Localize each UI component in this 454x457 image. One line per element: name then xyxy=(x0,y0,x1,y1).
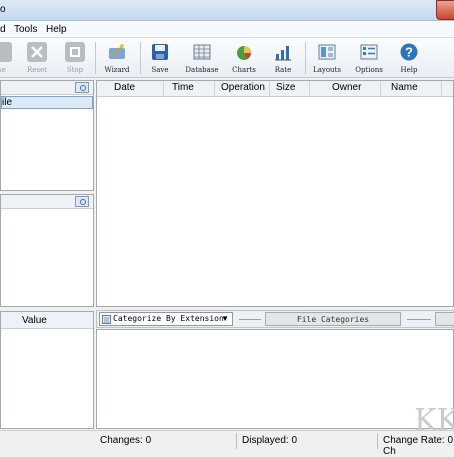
stop-button[interactable]: Stop xyxy=(55,40,95,76)
charts-icon xyxy=(234,42,254,62)
toolbar: se Reset Stop Wizard Save Database xyxy=(0,38,454,78)
menu-bar: d Tools Help xyxy=(0,21,454,38)
status-changes: Changes: 0 xyxy=(100,435,152,446)
value-column-header[interactable]: Value xyxy=(22,315,47,326)
filter-panel xyxy=(0,194,94,307)
help-button-label: Help xyxy=(400,66,418,74)
filter-header xyxy=(1,195,93,209)
categorize-icon xyxy=(102,315,111,324)
column-header-owner[interactable]: Owner xyxy=(332,82,361,93)
column-header-date[interactable]: Date xyxy=(114,82,135,93)
status-displayed: Displayed: 0 xyxy=(242,435,298,446)
column-header-size[interactable]: Size xyxy=(276,82,295,93)
save-icon xyxy=(150,42,170,62)
options-icon xyxy=(359,42,379,62)
menu-item-help[interactable]: Help xyxy=(46,24,67,35)
save-button[interactable]: Save xyxy=(140,40,180,76)
category-extra-button[interactable] xyxy=(435,312,454,326)
menu-item-tools[interactable]: Tools xyxy=(14,24,37,35)
file-tree-header xyxy=(1,81,93,95)
status-change-rate: Change Rate: 0 Ch xyxy=(383,435,454,457)
tree-item-label: ile xyxy=(2,97,13,108)
column-header-time[interactable]: Time xyxy=(172,82,194,93)
categorize-dropdown[interactable]: Categorize By Extension ▼ xyxy=(99,312,233,326)
categories-list: KK xyxy=(96,329,454,438)
close-icon xyxy=(0,42,12,62)
help-button[interactable]: ? Help xyxy=(389,40,429,76)
rate-icon xyxy=(273,42,293,62)
wizard-button[interactable]: Wizard xyxy=(97,40,137,76)
window-close-button[interactable] xyxy=(436,0,454,20)
title-bar: o xyxy=(0,0,454,21)
menu-item-edit[interactable]: d xyxy=(0,24,6,35)
categorize-dropdown-value: Categorize By Extension xyxy=(113,314,224,323)
database-button[interactable]: Database xyxy=(182,40,222,76)
file-table-header: Date Time Operation Size Owner Name xyxy=(97,81,453,97)
categories-toolbar: Categorize By Extension ▼ File Categorie… xyxy=(96,310,454,328)
column-header-operation[interactable]: Operation xyxy=(221,82,265,93)
column-header-name[interactable]: Name xyxy=(391,82,418,93)
wizard-icon xyxy=(107,42,127,62)
layouts-button[interactable]: Layouts xyxy=(307,40,347,76)
status-bar: Changes: 0 Displayed: 0 Change Rate: 0 C… xyxy=(0,430,454,457)
pin-icon[interactable] xyxy=(75,196,89,207)
properties-header: Value xyxy=(1,312,93,329)
reset-icon xyxy=(27,42,47,62)
file-table: Date Time Operation Size Owner Name xyxy=(96,80,454,307)
file-tree-panel: ile xyxy=(0,80,94,191)
file-categories-button[interactable]: File Categories xyxy=(265,312,401,326)
file-categories-label: File Categories xyxy=(296,315,370,324)
database-icon xyxy=(192,42,212,62)
help-icon: ? xyxy=(399,42,419,62)
window-title: o xyxy=(0,4,6,15)
svg-text:?: ? xyxy=(405,45,413,60)
chevron-down-icon: ▼ xyxy=(221,314,229,323)
layouts-icon xyxy=(317,42,337,62)
tree-item-selected[interactable]: ile xyxy=(1,96,93,109)
rate-button[interactable]: Rate xyxy=(263,40,303,76)
pin-icon[interactable] xyxy=(75,82,89,93)
properties-panel: Value xyxy=(0,311,94,429)
stop-icon xyxy=(65,42,85,62)
